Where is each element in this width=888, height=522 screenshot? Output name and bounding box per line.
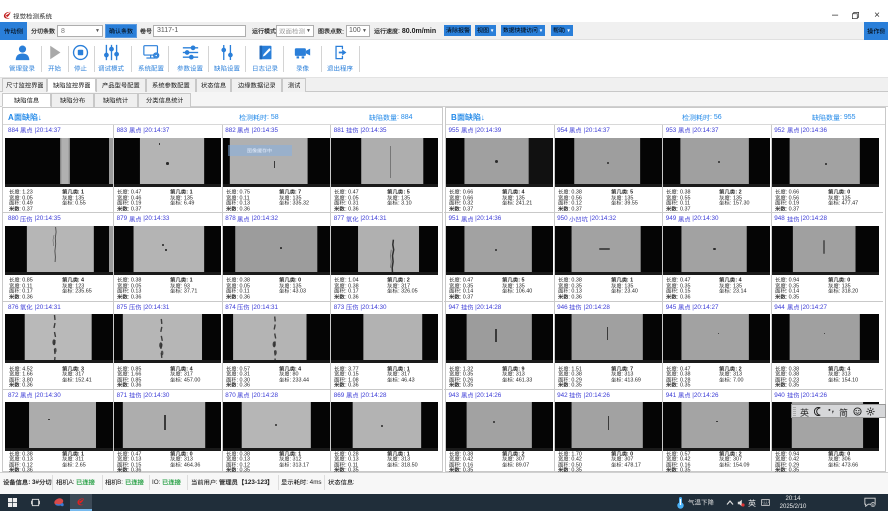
svg-text:6: 6 xyxy=(872,503,874,507)
